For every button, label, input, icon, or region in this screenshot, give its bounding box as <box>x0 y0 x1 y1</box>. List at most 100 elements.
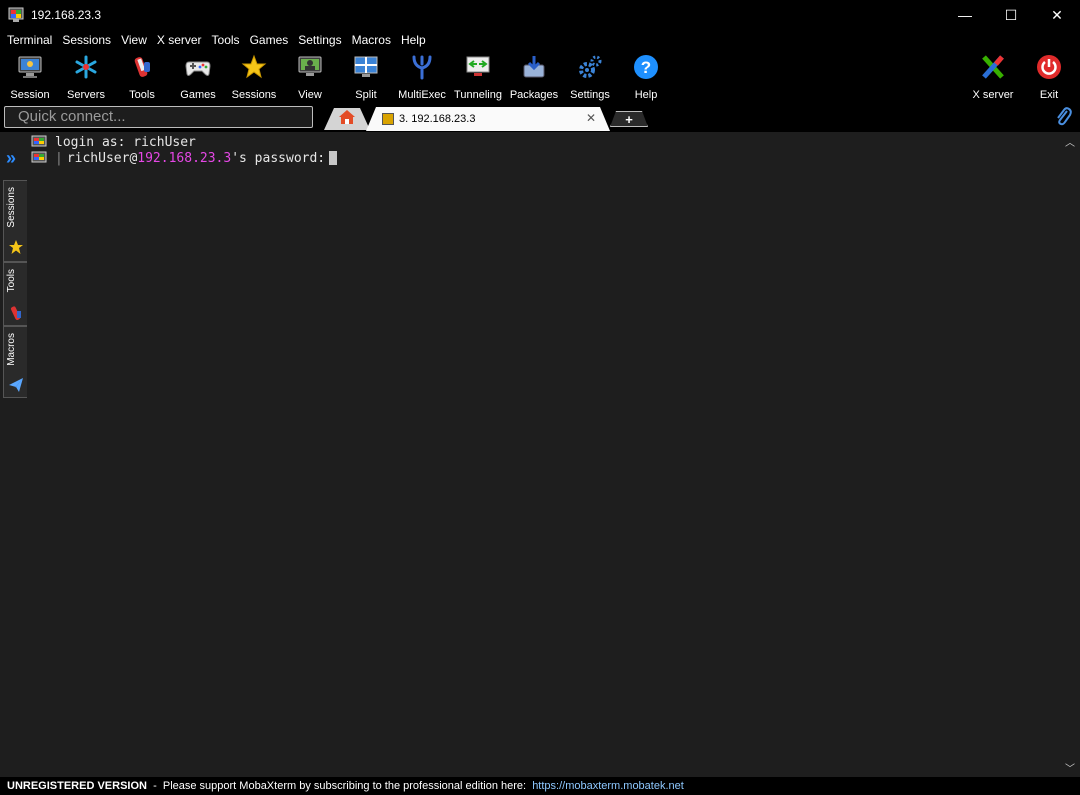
gamepad-icon <box>184 53 212 81</box>
packages-button[interactable]: Packages <box>506 53 562 101</box>
tab-close-icon[interactable]: ✕ <box>586 111 596 125</box>
tunneling-button[interactable]: Tunneling <box>450 53 506 101</box>
tools-icon <box>8 305 24 321</box>
menu-terminal[interactable]: Terminal <box>2 30 57 50</box>
packages-icon <box>520 53 548 81</box>
multiexec-label: MultiExec <box>398 89 446 101</box>
home-tab[interactable] <box>324 108 370 130</box>
terminal-user-text: richUser@ <box>66 150 138 166</box>
menu-games[interactable]: Games <box>245 30 294 50</box>
help-question-icon: ? <box>632 53 660 81</box>
terminal-prompt-icon <box>31 135 47 149</box>
star-icon <box>8 239 24 255</box>
terminal-host-text: 192.168.23.3 <box>137 150 232 166</box>
view-label: View <box>298 89 322 101</box>
view-button[interactable]: View <box>282 53 338 101</box>
exit-label: Exit <box>1039 89 1059 101</box>
servers-button[interactable]: Servers <box>58 53 114 101</box>
ssh-session-icon <box>382 113 394 125</box>
help-button[interactable]: ? Help <box>618 53 674 101</box>
terminal-cursor <box>329 151 338 165</box>
split-icon <box>352 53 380 81</box>
title-bar: 192.168.23.3 — ☐ ✕ <box>0 0 1080 30</box>
servers-label: Servers <box>67 89 105 101</box>
close-button[interactable]: ✕ <box>1034 0 1080 30</box>
terminal-line: login as: richUser <box>28 134 196 150</box>
gears-icon <box>576 53 604 81</box>
mobaxterm-app-icon <box>8 7 24 23</box>
svg-text:?: ? <box>641 58 651 77</box>
multiexec-button[interactable]: MultiExec <box>394 53 450 101</box>
scroll-up-icon[interactable]: ︿ <box>1065 134 1075 149</box>
side-tab-sessions-label: Sessions <box>6 187 17 228</box>
terminal-area[interactable]: login as: richUser | richUser@ 192.168.23.… <box>28 132 1062 777</box>
split-label: Split <box>355 89 377 101</box>
exit-button[interactable]: Exit <box>1021 53 1077 101</box>
line-marker: | <box>55 150 63 166</box>
mobaxterm-link[interactable]: https://mobaxterm.mobatek.net <box>532 780 684 792</box>
double-chevron-right-icon[interactable]: » <box>6 148 16 169</box>
home-icon <box>338 109 356 130</box>
terminal-prompt-icon <box>31 151 47 165</box>
menu-settings[interactable]: Settings <box>293 30 346 50</box>
side-tab-macros[interactable]: Macros <box>3 326 27 398</box>
tunneling-label: Tunneling <box>454 89 502 101</box>
session-button[interactable]: Session <box>2 53 58 101</box>
menu-sessions[interactable]: Sessions <box>57 30 116 50</box>
terminal-line: | richUser@ 192.168.23.3's password: <box>28 150 338 166</box>
side-tab-sessions[interactable]: Sessions <box>3 180 27 262</box>
split-button[interactable]: Split <box>338 53 394 101</box>
left-side-panel: » Sessions Tools Macros <box>0 132 28 777</box>
scroll-down-icon[interactable]: ﹀ <box>1065 760 1075 775</box>
settings-button[interactable]: Settings <box>562 53 618 101</box>
star-icon <box>240 53 268 81</box>
new-tab-button[interactable]: + <box>610 111 648 127</box>
xserver-x-icon <box>979 53 1007 81</box>
settings-label: Settings <box>570 89 610 101</box>
close-icon: ✕ <box>1051 6 1063 23</box>
side-tab-tools[interactable]: Tools <box>3 262 27 326</box>
games-button[interactable]: Games <box>170 53 226 101</box>
status-bar: UNREGISTERED VERSION - Please support Mo… <box>0 777 1080 795</box>
menu-macros[interactable]: Macros <box>347 30 396 50</box>
menu-bar: Terminal Sessions View X server Tools Ga… <box>0 30 1080 50</box>
games-label: Games <box>180 89 216 101</box>
support-message: - Please support MobaXterm by subscribin… <box>146 780 533 792</box>
xserver-label: X server <box>972 89 1014 101</box>
menu-view[interactable]: View <box>116 30 152 50</box>
view-monitor-icon <box>296 53 324 81</box>
maximize-button[interactable]: ☐ <box>988 0 1034 30</box>
servers-icon <box>72 53 100 81</box>
side-tab-tools-label: Tools <box>6 269 17 293</box>
side-tab-macros-label: Macros <box>6 333 17 366</box>
menu-xserver[interactable]: X server <box>152 30 207 50</box>
window-title: 192.168.23.3 <box>31 8 102 22</box>
terminal-scrollbar[interactable]: ︿ ﹀ <box>1062 132 1080 777</box>
paper-plane-icon <box>8 377 24 393</box>
quick-connect-input[interactable]: Quick connect... <box>4 106 313 128</box>
menu-help[interactable]: Help <box>396 30 431 50</box>
plus-icon: + <box>625 111 633 127</box>
multiexec-fork-icon <box>408 53 436 81</box>
paperclip-icon[interactable] <box>1054 107 1072 127</box>
minimize-icon: — <box>958 7 972 23</box>
tools-icon <box>128 53 156 81</box>
menu-tools[interactable]: Tools <box>207 30 245 50</box>
power-icon <box>1035 53 1063 81</box>
session-tab-label: 3. 192.168.23.3 <box>399 113 476 125</box>
tab-bar: Quick connect... 3. 192.168.23.3 ✕ + <box>0 102 1080 132</box>
terminal-password-prompt: 's password: <box>231 150 326 166</box>
tools-button[interactable]: Tools <box>114 53 170 101</box>
session-tab[interactable]: 3. 192.168.23.3 ✕ <box>366 107 610 131</box>
xserver-button[interactable]: X server <box>965 53 1021 101</box>
session-label: Session <box>10 89 50 101</box>
help-label: Help <box>634 89 658 101</box>
maximize-icon: ☐ <box>1004 6 1018 23</box>
minimize-button[interactable]: — <box>942 0 988 30</box>
unregistered-label: UNREGISTERED VERSION <box>7 780 147 792</box>
tools-label: Tools <box>129 89 155 101</box>
main-toolbar: Session Servers Tools Games Sessions Vie… <box>0 50 1080 102</box>
sessions-button[interactable]: Sessions <box>226 53 282 101</box>
packages-label: Packages <box>509 89 559 101</box>
session-monitor-icon <box>16 53 44 81</box>
